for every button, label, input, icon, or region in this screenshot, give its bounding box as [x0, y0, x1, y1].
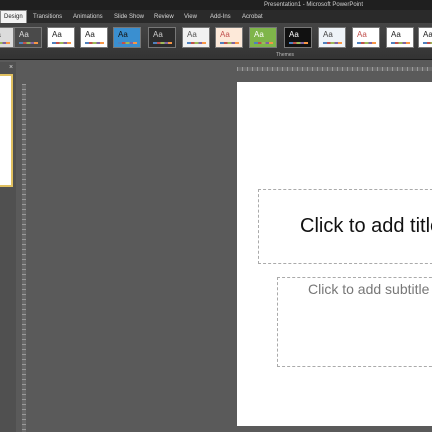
theme-thumbnail-glyph: Aa	[357, 30, 367, 39]
theme-color-bars	[85, 42, 104, 44]
theme-thumbnail[interactable]: Aa	[47, 27, 75, 48]
theme-thumbnail-glyph: Aa	[118, 30, 128, 39]
tab-add-ins[interactable]: Add-Ins	[210, 11, 231, 23]
theme-color-bars	[391, 42, 410, 44]
theme-thumbnail[interactable]: Aa	[386, 27, 414, 48]
title-placeholder-text: Click to add title	[300, 215, 432, 237]
theme-thumbnail[interactable]: Aa	[418, 27, 432, 48]
theme-thumbnail[interactable]: Aa	[284, 27, 312, 48]
theme-color-bars	[323, 42, 342, 44]
window-title: Presentation1 - Microsoft PowerPoint	[264, 2, 364, 8]
close-icon[interactable]: ×	[9, 64, 13, 71]
theme-thumbnail[interactable]: Aa	[215, 27, 243, 48]
subtitle-placeholder-text: Click to add subtitle	[308, 281, 430, 297]
tab-acrobat[interactable]: Acrobat	[242, 11, 263, 23]
tab-design[interactable]: Design	[0, 10, 27, 24]
title-placeholder[interactable]: Click to add title	[258, 189, 432, 264]
ribbon: Aa Aa Aa Aa Aa Aa Aa Aa Aa Aa Aa Aa Aa Aa Themes	[0, 23, 432, 60]
ribbon-tabs: Design Transitions Animations Slide Show…	[0, 10, 432, 24]
tab-animations[interactable]: Animations	[73, 11, 103, 23]
theme-thumbnail-glyph: Aa	[0, 30, 1, 39]
theme-thumbnail-glyph: Aa	[289, 30, 299, 39]
theme-color-bars	[153, 42, 172, 44]
theme-thumbnail[interactable]: Aa	[14, 27, 42, 48]
theme-color-bars	[423, 42, 432, 44]
theme-thumbnail[interactable]: Aa	[352, 27, 380, 48]
theme-thumbnail-glyph: Aa	[220, 30, 230, 39]
theme-thumbnail[interactable]: Aa	[80, 27, 108, 48]
themes-group-label: Themes	[276, 52, 295, 58]
vertical-ruler	[22, 84, 26, 432]
tab-slide-show[interactable]: Slide Show	[114, 11, 144, 23]
theme-thumbnail-glyph: Aa	[85, 30, 95, 39]
theme-thumbnail[interactable]: Aa	[148, 27, 176, 48]
theme-thumbnail[interactable]: Aa	[318, 27, 346, 48]
theme-thumbnail[interactable]: Aa	[113, 27, 141, 48]
theme-color-bars	[357, 42, 376, 44]
title-bar: Presentation1 - Microsoft PowerPoint	[0, 0, 432, 10]
theme-color-bars	[220, 42, 239, 44]
theme-thumbnail-glyph: Aa	[254, 30, 264, 39]
theme-thumbnail-glyph: Aa	[153, 30, 163, 39]
theme-color-bars	[19, 42, 38, 44]
slide-thumbnail[interactable]	[0, 74, 13, 187]
theme-color-bars	[254, 42, 273, 44]
theme-color-bars	[187, 42, 206, 44]
theme-color-bars	[52, 42, 71, 44]
tab-view[interactable]: View	[184, 11, 197, 23]
theme-thumbnail-glyph: Aa	[19, 30, 29, 39]
horizontal-ruler	[237, 67, 432, 71]
theme-thumbnail-glyph: Aa	[323, 30, 333, 39]
theme-thumbnail[interactable]: Aa	[0, 27, 14, 48]
theme-thumbnail[interactable]: Aa	[182, 27, 210, 48]
tab-review[interactable]: Review	[154, 11, 174, 23]
theme-thumbnail-glyph: Aa	[423, 30, 432, 39]
theme-thumbnail[interactable]: Aa	[249, 27, 277, 48]
theme-thumbnail-glyph: Aa	[187, 30, 197, 39]
theme-thumbnail-glyph: Aa	[391, 30, 401, 39]
theme-color-bars	[289, 42, 308, 44]
subtitle-placeholder[interactable]: Click to add subtitle	[277, 277, 432, 367]
tab-transitions[interactable]: Transitions	[33, 11, 62, 23]
theme-color-bars	[118, 42, 137, 44]
theme-color-bars	[0, 42, 10, 44]
theme-thumbnail-glyph: Aa	[52, 30, 62, 39]
